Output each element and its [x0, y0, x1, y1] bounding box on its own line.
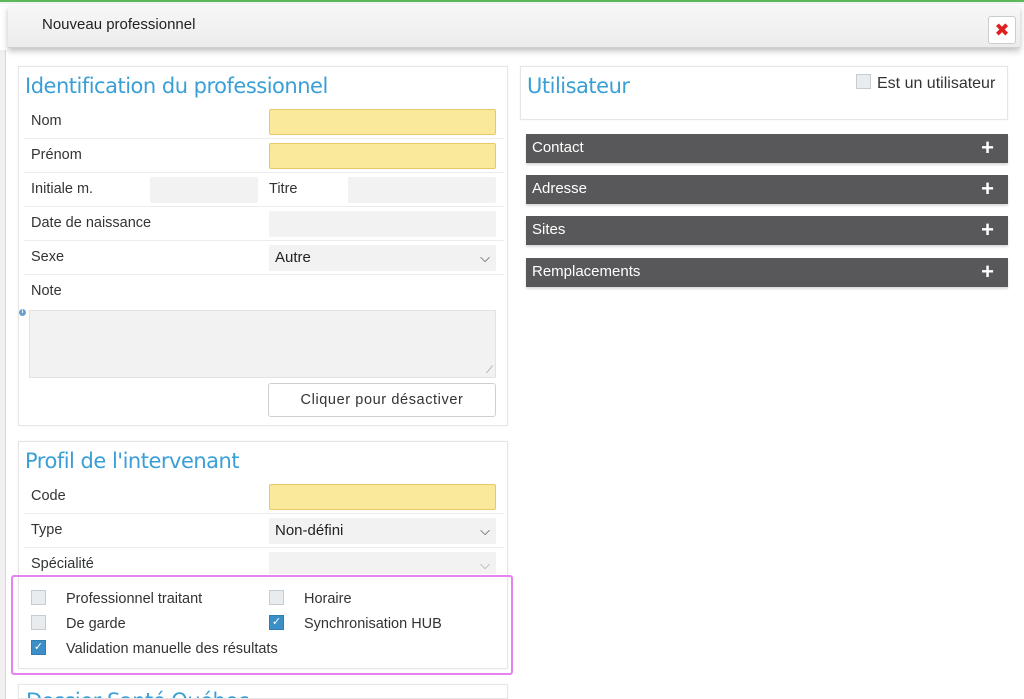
prenom-label: Prénom — [31, 147, 82, 163]
sexe-value: Autre — [275, 249, 311, 266]
sexe-label: Sexe — [31, 249, 65, 265]
dialog-titlebar: Nouveau professionnel ✖ — [8, 6, 1020, 48]
accordion-contact[interactable]: Contact + — [526, 134, 1008, 163]
specialite-label: Spécialité — [31, 556, 94, 572]
titre-input[interactable] — [348, 177, 496, 203]
identification-title: Identification du professionnel — [25, 74, 328, 98]
specialite-row: Spécialité ⌵ — [24, 548, 504, 576]
code-label: Code — [31, 488, 66, 504]
plus-icon: + — [981, 135, 994, 160]
note-label: Note — [31, 283, 62, 299]
profil-title: Profil de l'intervenant — [25, 449, 240, 473]
prenom-row: Prénom — [24, 139, 504, 173]
left-edge — [0, 50, 6, 699]
dossier-panel: Dossier Santé Québec — [18, 684, 508, 699]
chevron-down-icon: ⌵ — [480, 523, 490, 538]
resize-handle-icon[interactable]: ⟋ — [486, 365, 493, 376]
accordion-contact-label: Contact — [532, 139, 584, 156]
initiale-input[interactable] — [150, 177, 258, 203]
type-select[interactable]: Non-défini ⌵ — [269, 518, 496, 544]
info-icon: i — [19, 309, 26, 316]
dialog-title: Nouveau professionnel — [42, 16, 196, 33]
type-row: Type Non-défini ⌵ — [24, 514, 504, 548]
dossier-title: Dossier Santé Québec — [26, 689, 249, 698]
sexe-select[interactable]: Autre ⌵ — [269, 245, 496, 271]
date-row: Date de naissance — [24, 207, 504, 241]
nom-label: Nom — [31, 113, 62, 129]
accordion-sites-label: Sites — [532, 221, 566, 238]
type-label: Type — [31, 522, 63, 538]
sexe-row: Sexe Autre ⌵ — [24, 241, 504, 275]
note-row: Note — [24, 275, 504, 309]
nom-input[interactable] — [269, 109, 496, 135]
accordion-remplacements[interactable]: Remplacements + — [526, 258, 1008, 287]
chevron-down-icon: ⌵ — [480, 250, 490, 265]
initiale-row: Initiale m. Titre — [24, 173, 504, 207]
date-naissance-input[interactable] — [269, 211, 496, 237]
accordion-sites[interactable]: Sites + — [526, 216, 1008, 245]
code-input[interactable] — [269, 484, 496, 510]
date-naissance-label: Date de naissance — [31, 215, 152, 231]
plus-icon: + — [981, 176, 994, 201]
plus-icon: + — [981, 259, 994, 284]
note-textarea[interactable]: ⟋ — [29, 310, 496, 378]
selection-highlight — [11, 575, 513, 675]
code-row: Code — [24, 480, 504, 514]
est-utilisateur-checkbox[interactable] — [856, 74, 871, 89]
plus-icon: + — [981, 217, 994, 242]
prenom-input[interactable] — [269, 143, 496, 169]
specialite-select[interactable]: ⌵ — [269, 552, 496, 574]
close-button[interactable]: ✖ — [988, 16, 1016, 44]
initiale-label: Initiale m. — [31, 181, 94, 197]
accordion-adresse[interactable]: Adresse + — [526, 175, 1008, 204]
titre-label: Titre — [269, 181, 298, 197]
est-utilisateur-label: Est un utilisateur — [877, 75, 996, 92]
nom-row: Nom — [24, 105, 504, 139]
type-value: Non-défini — [275, 522, 344, 539]
utilisateur-title: Utilisateur — [527, 74, 630, 98]
accordion-adresse-label: Adresse — [532, 180, 588, 197]
deactivate-button[interactable]: Cliquer pour désactiver — [268, 383, 496, 417]
top-border — [0, 0, 1024, 4]
close-icon: ✖ — [994, 20, 1010, 40]
accordion-remplacements-label: Remplacements — [532, 263, 641, 280]
